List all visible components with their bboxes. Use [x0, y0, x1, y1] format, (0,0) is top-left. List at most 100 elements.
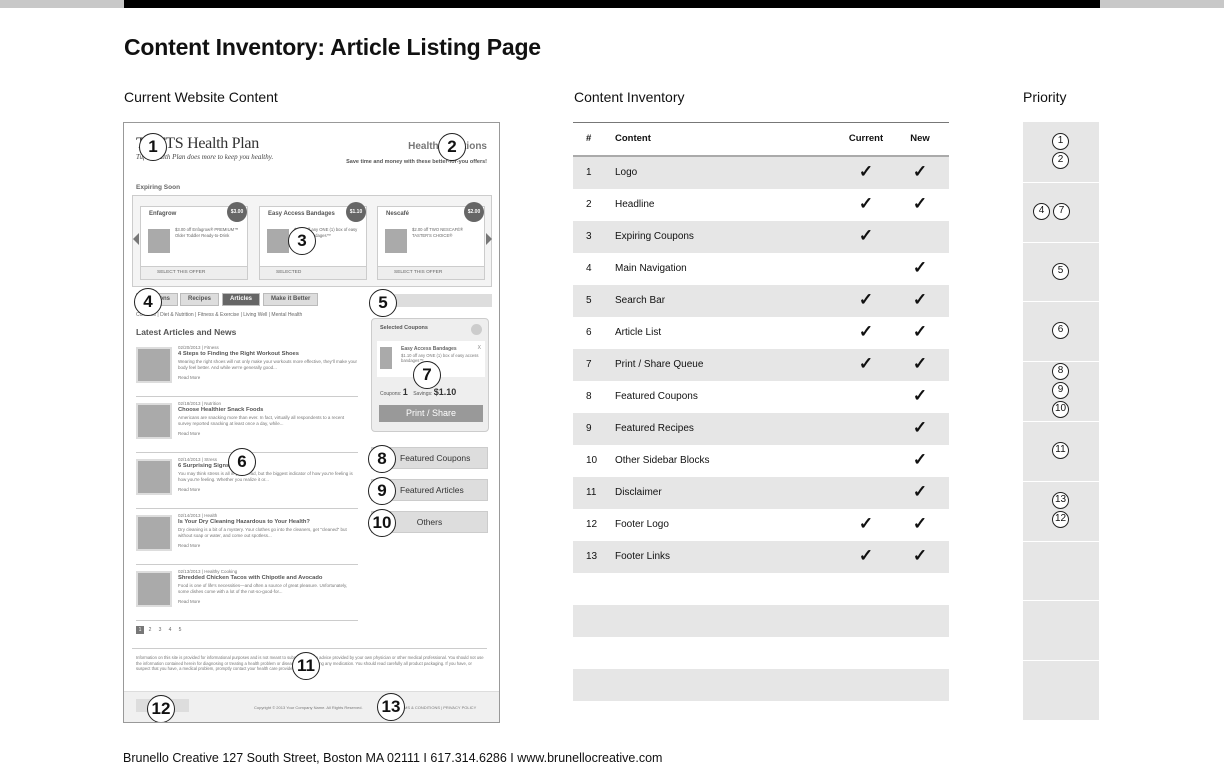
row-content: Featured Coupons — [615, 391, 698, 402]
remove-coupon-icon[interactable]: X — [478, 345, 481, 351]
new-cell: ✓ — [899, 157, 941, 191]
read-more-link[interactable]: Read More — [178, 375, 200, 380]
article-title[interactable]: Shredded Chicken Tacos with Chipotle and… — [178, 575, 322, 581]
new-cell: ✓ — [899, 477, 941, 511]
check-icon: ✓ — [912, 418, 928, 437]
article-item[interactable]: 02/14/2013 | Health Is Your Dry Cleaning… — [136, 513, 358, 565]
row-number: 7 — [586, 359, 592, 370]
table-row: 1 Logo ✓ ✓ — [573, 157, 949, 189]
check-icon: ✓ — [858, 162, 874, 181]
coupon-image — [148, 229, 170, 253]
page-link[interactable]: 2 — [146, 626, 154, 634]
top-bar — [0, 0, 1224, 8]
current-cell: ✓ — [838, 189, 894, 223]
new-cell: ✓ — [899, 541, 941, 575]
new-cell: ✓ — [899, 253, 941, 287]
priority-badge: 1 — [1052, 133, 1069, 150]
new-cell: ✓ — [899, 189, 941, 223]
coupon-image — [267, 229, 289, 253]
sub-navigation[interactable]: Contents | Diet & Nutrition | Fitness & … — [136, 312, 302, 318]
marker-badge: 7 — [413, 361, 441, 389]
page-link[interactable]: 1 — [136, 626, 144, 634]
page-link[interactable]: 4 — [166, 626, 174, 634]
current-content-heading: Current Website Content — [124, 89, 278, 105]
check-icon: ✓ — [858, 194, 874, 213]
pagination: 12345 — [136, 626, 186, 634]
article-description: Food is one of life's necessities—and of… — [178, 583, 348, 594]
table-row — [573, 605, 949, 637]
select-offer-button[interactable]: SELECT THIS OFFER — [141, 266, 247, 279]
coupon-price-badge: $2.00 — [464, 202, 484, 222]
current-cell: ✓ — [838, 509, 894, 543]
row-number: 13 — [586, 551, 598, 562]
row-content: Search Bar — [615, 295, 666, 306]
article-description: You may think stress is all in your head… — [178, 471, 353, 482]
article-title[interactable]: 4 Steps to Finding the Right Workout Sho… — [178, 351, 299, 357]
check-icon: ✓ — [912, 162, 928, 181]
row-content: Disclaimer — [615, 487, 662, 498]
inventory-table: # Content Current New 1 Logo ✓ ✓ 2 Headline ✓ ✓… — [573, 122, 949, 701]
page-link[interactable]: 5 — [176, 626, 184, 634]
priority-badge: 2 — [1052, 152, 1069, 169]
priority-badge: 13 — [1052, 492, 1069, 509]
print-share-button[interactable]: Print / Share — [379, 405, 483, 422]
article-title[interactable]: Choose Healthier Snack Foods — [178, 407, 263, 413]
article-thumbnail[interactable] — [136, 459, 172, 495]
check-icon: ✓ — [912, 194, 928, 213]
table-row: 6 Article List ✓ ✓ — [573, 317, 949, 349]
selected-coupon-desc: $1.10 off any ONE (1) box of easy access… — [401, 353, 479, 363]
article-item[interactable]: 02/13/2013 | Healthy Cooking Shredded Ch… — [136, 569, 358, 621]
coupon-totals: Coupons: 1 Savings: $1.10 — [380, 387, 456, 397]
savings-value: $1.10 — [433, 387, 457, 397]
read-more-link[interactable]: Read More — [178, 543, 200, 548]
table-row: 9 Featured Recipes ✓ — [573, 413, 949, 445]
marker-badge: 9 — [368, 477, 396, 505]
check-icon: ✓ — [912, 354, 928, 373]
article-thumbnail[interactable] — [136, 347, 172, 383]
nav-tab-articles[interactable]: Articles — [222, 293, 261, 306]
table-row: 10 Other Sidebar Blocks ✓ — [573, 445, 949, 477]
article-item[interactable]: 02/20/2013 | Fitness 4 Steps to Finding … — [136, 345, 358, 397]
select-offer-button[interactable]: SELECTED — [260, 266, 366, 279]
new-cell: ✓ — [899, 445, 941, 479]
coupon-card[interactable]: Nescafé $2.00 $2.00 off TWO NESCAFÉ® TAS… — [377, 202, 485, 280]
article-thumbnail[interactable] — [136, 515, 172, 551]
read-more-link[interactable]: Read More — [178, 487, 200, 492]
read-more-link[interactable]: Read More — [178, 431, 200, 436]
page-link[interactable]: 3 — [156, 626, 164, 634]
footer-links[interactable]: TERMS & CONDITIONS | PRIVACY POLICY — [396, 705, 476, 710]
row-content: Headline — [615, 199, 655, 210]
carousel-prev-icon[interactable] — [133, 233, 139, 245]
current-cell: ✓ — [838, 157, 894, 191]
article-thumbnail[interactable] — [136, 571, 172, 607]
row-number: 9 — [586, 423, 592, 434]
check-icon: ✓ — [858, 546, 874, 565]
table-row: 5 Search Bar ✓ ✓ — [573, 285, 949, 317]
check-icon: ✓ — [912, 450, 928, 469]
table-row: 13 Footer Links ✓ ✓ — [573, 541, 949, 573]
priority-badge: 6 — [1052, 322, 1069, 339]
coupon-card[interactable]: Enfagrow $3.00 $3.00 off Enfagrow® PREMI… — [140, 202, 248, 280]
article-title[interactable]: Is Your Dry Cleaning Hazardous to Your H… — [178, 519, 310, 525]
coupons-count-label: Coupons: — [380, 391, 402, 397]
check-icon: ✓ — [858, 354, 874, 373]
priority-badge: 7 — [1053, 203, 1070, 220]
carousel-next-icon[interactable] — [486, 233, 492, 245]
select-offer-button[interactable]: SELECT THIS OFFER — [378, 266, 484, 279]
coupons-count: 1 — [402, 387, 408, 397]
row-number: 2 — [586, 199, 592, 210]
table-header: # Content Current New — [573, 123, 949, 155]
row-number: 10 — [586, 455, 598, 466]
selected-coupon-name: Easy Access Bandages — [401, 346, 457, 352]
nav-tab-recipes[interactable]: Recipes — [180, 293, 220, 306]
row-number: 6 — [586, 327, 592, 338]
marker-badge: 2 — [438, 133, 466, 161]
article-item[interactable]: 02/18/2013 | Nutrition Choose Healthier … — [136, 401, 358, 453]
read-more-link[interactable]: Read More — [178, 599, 200, 604]
nav-tab-make-it-better[interactable]: Make it Better — [263, 293, 319, 306]
article-meta: 02/13/2013 | Healthy Cooking — [178, 569, 238, 574]
marker-badge: 13 — [377, 693, 405, 721]
current-cell: ✓ — [838, 285, 894, 319]
article-thumbnail[interactable] — [136, 403, 172, 439]
col-number: # — [586, 133, 592, 144]
